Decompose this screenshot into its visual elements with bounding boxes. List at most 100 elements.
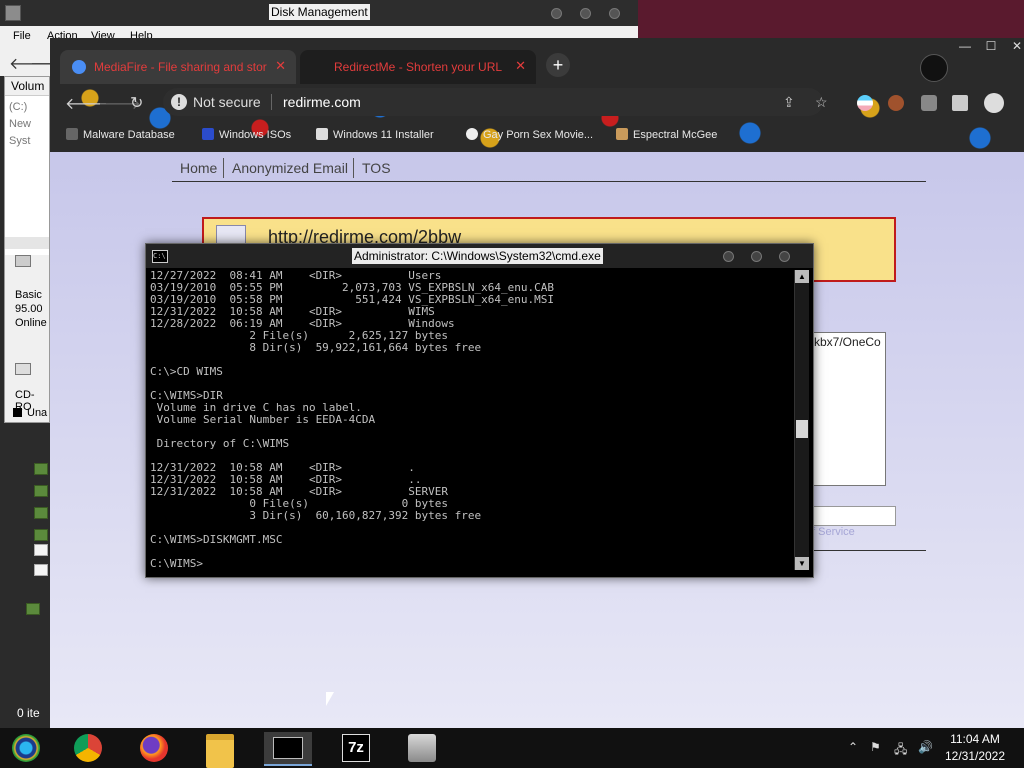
volume-row[interactable]: (C:)	[9, 101, 27, 113]
nav-separator	[353, 158, 354, 178]
tab-redirectme[interactable]: RedirectMe - Shorten your URL ✕	[300, 50, 536, 84]
menu-file[interactable]: File	[13, 30, 31, 42]
taskbar-7zip[interactable]: 7z	[334, 732, 378, 764]
network-icon[interactable]	[26, 603, 40, 615]
start-icon	[12, 734, 40, 762]
tab-close-icon[interactable]: ✕	[275, 58, 286, 74]
maximize-button[interactable]	[580, 8, 591, 19]
volume-row[interactable]: Syst	[9, 135, 30, 147]
url-text[interactable]: redirme.com	[283, 94, 361, 110]
system-clock[interactable]: 11:04 AM 12/31/2022	[940, 731, 1010, 765]
dm-toolbar: 🡐 🡒	[0, 46, 73, 76]
omnibox-divider	[271, 94, 272, 110]
tab-close-icon[interactable]: ✕	[515, 58, 526, 74]
extension-icon[interactable]	[888, 95, 904, 111]
clock-date: 12/31/2022	[944, 749, 1006, 763]
taskbar-disk-utility[interactable]	[400, 732, 444, 764]
taskbar-file-explorer[interactable]	[198, 732, 242, 768]
bookmark-favicon-icon	[66, 128, 78, 140]
disk-size: 95.00	[15, 303, 43, 315]
folder-icon[interactable]	[34, 463, 48, 475]
cmd-icon	[273, 737, 303, 759]
bookmark-item[interactable]: Windows 11 Installer	[316, 128, 434, 141]
document-icon[interactable]	[34, 544, 48, 556]
mouse-pointer-icon	[326, 692, 334, 706]
url-textarea[interactable]: kbx7/OneCo	[810, 332, 886, 486]
new-tab-button[interactable]: +	[546, 53, 570, 77]
taskbar-cmd[interactable]	[264, 732, 312, 766]
folder-icon[interactable]	[34, 529, 48, 541]
folder-icon[interactable]	[34, 507, 48, 519]
address-bar[interactable]: ! Not secure redirme.com ⇪ ☆	[163, 88, 828, 116]
volume-column-header[interactable]: Volum	[5, 77, 49, 96]
volume-icon[interactable]: 🔊	[918, 740, 933, 754]
tab-mediafire[interactable]: MediaFire - File sharing and stor ✕	[60, 50, 296, 84]
security-chip[interactable]: Not secure	[193, 94, 261, 110]
close-button[interactable]	[779, 251, 790, 262]
console-line: C:\>CD WIMS	[150, 365, 223, 378]
warning-icon[interactable]: !	[171, 94, 187, 110]
firefox-icon	[140, 734, 168, 762]
horizontal-scrollbar[interactable]	[5, 237, 49, 249]
cmd-title: Administrator: C:\Windows\System32\cmd.e…	[352, 248, 603, 264]
cmd-window: C:\ Administrator: C:\Windows\System32\c…	[145, 243, 814, 578]
close-button[interactable]: ✕	[1010, 40, 1024, 52]
scroll-down-icon[interactable]: ▼	[795, 557, 809, 570]
document-icon[interactable]	[34, 564, 48, 576]
dm-title: Disk Management	[269, 4, 370, 20]
volume-label: Syst	[9, 135, 31, 147]
cmd-titlebar[interactable]: C:\ Administrator: C:\Windows\System32\c…	[146, 244, 813, 268]
bookmark-item[interactable]: Malware Database	[66, 128, 175, 141]
terms-of-service-link[interactable]: f Service	[812, 526, 855, 538]
minimize-button[interactable]	[723, 251, 734, 262]
minimize-button[interactable]: —	[958, 40, 972, 52]
side-panel-icon[interactable]	[952, 95, 968, 111]
minimize-button[interactable]	[551, 8, 562, 19]
maximize-button[interactable]	[751, 251, 762, 262]
scroll-thumb[interactable]	[796, 420, 808, 438]
console-line: C:\WIMS>	[150, 557, 203, 570]
unallocated-label: Una	[27, 407, 48, 419]
bookmarks-bar: Malware Database Windows ISOs Windows 11…	[50, 122, 1024, 150]
console-output[interactable]: 12/27/2022 08:41 AM <DIR> Users 03/19/201…	[150, 270, 790, 574]
clock-time: 11:04 AM	[950, 732, 1000, 746]
folder-icon[interactable]	[34, 485, 48, 497]
volume-row[interactable]: New	[9, 118, 31, 130]
taskbar-firefox[interactable]	[132, 732, 176, 764]
puzzle-extensions-icon[interactable]	[921, 95, 937, 111]
reload-icon[interactable]: ↻	[130, 93, 143, 113]
profile-avatar-icon[interactable]	[984, 93, 1004, 113]
close-button[interactable]	[609, 8, 620, 19]
bookmark-star-icon[interactable]: ☆	[815, 94, 828, 111]
text-input[interactable]	[810, 506, 896, 526]
vertical-scrollbar[interactable]: ▲ ▼	[794, 270, 809, 570]
console-line: C:\WIMS>DISKMGMT.MSC	[150, 533, 283, 546]
disk-status: Online	[15, 317, 47, 329]
nav-separator	[223, 158, 224, 178]
bookmark-label: Malware Database	[83, 129, 175, 141]
share-icon[interactable]: ⇪	[783, 94, 795, 111]
volume-label: New	[9, 118, 32, 130]
nav-tos-link[interactable]: TOS	[362, 160, 391, 176]
disk-icon	[15, 255, 31, 267]
bookmark-item[interactable]: Windows ISOs	[202, 128, 291, 141]
nav-anonymized-email-link[interactable]: Anonymized Email	[232, 160, 348, 176]
taskbar-chrome[interactable]	[66, 732, 110, 764]
action-center-flag-icon[interactable]: ⚑	[870, 740, 881, 754]
nav-divider	[172, 181, 926, 182]
show-hidden-icons-icon[interactable]: ⌃	[848, 740, 858, 754]
file-explorer-icon	[206, 734, 234, 768]
extension-icon[interactable]	[857, 95, 873, 111]
bookmark-item[interactable]: Espectral McGee	[616, 128, 717, 141]
dm-titlebar[interactable]: Disk Management	[0, 0, 638, 26]
maximize-button[interactable]: ☐	[984, 40, 998, 52]
nav-home-link[interactable]: Home	[180, 160, 217, 176]
scroll-up-icon[interactable]: ▲	[795, 270, 809, 283]
start-button[interactable]	[4, 732, 48, 764]
volume-list: Volum (C:) New Syst Basic 95.00 Online C…	[4, 76, 50, 423]
network-icon[interactable]: 🖧	[894, 740, 907, 761]
tab-search-icon[interactable]	[920, 54, 948, 82]
bookmark-item[interactable]: Gay Porn Sex Movie...	[466, 128, 593, 141]
